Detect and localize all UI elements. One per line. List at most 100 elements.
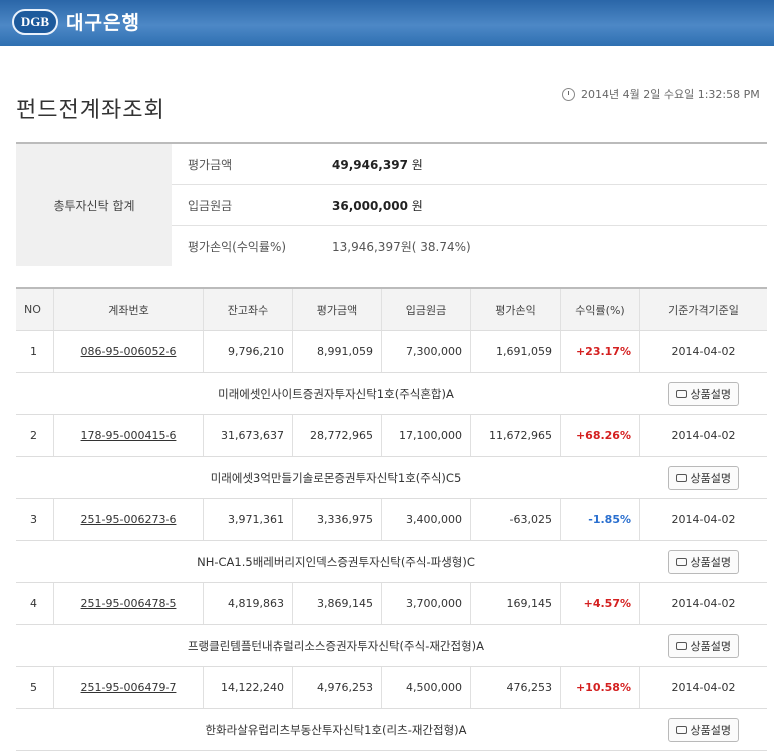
bank-name: 대구은행 (66, 12, 140, 34)
product-info-label: 상품설명 (690, 472, 731, 485)
date-cell: 2014-04-02 (671, 345, 736, 358)
principal-cell: 3,400,000 (382, 499, 471, 540)
summary-value: 13,946,397원( 38.74%) (332, 240, 471, 254)
rate-cell: +23.17% (561, 331, 640, 372)
account-link[interactable]: 251-95-006479-7 (81, 681, 177, 694)
product-info-button[interactable]: 상품설명 (667, 634, 739, 658)
table-body: 1 086-95-006052-6 9,796,210 8,991,059 7,300,… (16, 331, 767, 751)
date-cell: 2014-04-02 (671, 681, 736, 694)
account-table: NO 계좌번호 잔고좌수 평가금액 입금원금 평가손익 수익률(%) 기준가격기… (16, 287, 767, 751)
fund-row: 미래에셋인사이트증권자투자신탁1호(주식혼합)A 상품설명 (16, 373, 767, 415)
summary-value: 36,000,000 원 (332, 198, 423, 213)
rate-value: +23.17% (575, 345, 631, 358)
summary-row-profit: 평가손익(수익률%) 13,946,397원( 38.74%) (172, 226, 767, 267)
product-info-button[interactable]: 상품설명 (667, 718, 739, 742)
product-info-button[interactable]: 상품설명 (667, 382, 739, 406)
rate-value: +4.57% (583, 597, 631, 610)
eval-cell: 3,869,145 (293, 583, 382, 624)
summary-label: 총투자신탁 합계 (16, 144, 172, 266)
units-cell: 9,796,210 (204, 331, 293, 372)
summary-row-eval: 평가금액 49,946,397 원 (172, 144, 767, 185)
summary-value: 49,946,397 원 (332, 157, 423, 172)
pl-cell: 11,672,965 (471, 415, 561, 456)
table-row: 4 251-95-006478-5 4,819,863 3,869,145 3,700,… (16, 583, 767, 625)
page-title: 펀드전계좌조회 (16, 98, 165, 123)
fund-name: 미래에셋3억만들기솔로몬증권투자신탁1호(주식)C5 (210, 470, 462, 485)
product-info-label: 상품설명 (690, 640, 731, 653)
date-cell: 2014-04-02 (671, 513, 736, 526)
account-cell: 178-95-000415-6 (54, 415, 204, 456)
header-rate: 수익률(%) (561, 289, 640, 330)
rate-cell: +4.57% (561, 583, 640, 624)
table-row: 5 251-95-006479-7 14,122,240 4,976,253 4,500… (16, 667, 767, 709)
fund-name: NH-CA1.5배레버리지인덱스증권투자신탁(주식-파생형)C (197, 554, 475, 569)
table-header: NO 계좌번호 잔고좌수 평가금액 입금원금 평가손익 수익률(%) 기준가격기… (16, 289, 767, 331)
units-cell: 4,819,863 (204, 583, 293, 624)
header-no: NO (16, 289, 54, 330)
units-cell: 31,673,637 (204, 415, 293, 456)
fund-row: 미래에셋3억만들기솔로몬증권투자신탁1호(주식)C5 상품설명 (16, 457, 767, 499)
top-banner: DGB 대구은행 (0, 0, 774, 46)
speech-bubble-icon (675, 558, 687, 566)
product-info-label: 상품설명 (690, 388, 731, 401)
rate-value: +10.58% (575, 681, 631, 694)
principal-cell: 7,300,000 (382, 331, 471, 372)
header-account: 계좌번호 (54, 289, 204, 330)
speech-bubble-icon (675, 474, 687, 482)
summary-row-principal: 입금원금 36,000,000 원 (172, 185, 767, 226)
dgb-logo-badge: DGB (12, 8, 58, 35)
principal-cell: 17,100,000 (382, 415, 471, 456)
rate-cell: +10.58% (561, 667, 640, 708)
account-cell: 251-95-006478-5 (54, 583, 204, 624)
table-row: 3 251-95-006273-6 3,971,361 3,336,975 3,400,… (16, 499, 767, 541)
row-no: 4 (16, 583, 54, 624)
principal-cell: 4,500,000 (382, 667, 471, 708)
eval-cell: 3,336,975 (293, 499, 382, 540)
eval-cell: 4,976,253 (293, 667, 382, 708)
current-datetime: 2014년 4월 2일 수요일 1:32:58 PM (562, 86, 760, 102)
eval-cell: 28,772,965 (293, 415, 382, 456)
table-row: 2 178-95-000415-6 31,673,637 28,772,965 17,1… (16, 415, 767, 457)
rate-cell: -1.85% (561, 499, 640, 540)
pl-cell: -63,025 (471, 499, 561, 540)
product-info-button[interactable]: 상품설명 (667, 550, 739, 574)
row-no: 2 (16, 415, 54, 456)
principal-cell: 3,700,000 (382, 583, 471, 624)
fund-row: 한화라살유럽리츠부동산투자신탁1호(리츠-재간접형)A 상품설명 (16, 709, 767, 751)
summary-key: 입금원금 (188, 198, 233, 213)
account-cell: 251-95-006273-6 (54, 499, 204, 540)
header-date: 기준가격기준일 (668, 303, 739, 317)
fund-name: 미래에셋인사이트증권자투자신탁1호(주식혼합)A (218, 386, 454, 401)
bank-logo[interactable]: DGB 대구은행 (12, 8, 140, 35)
product-info-label: 상품설명 (690, 556, 731, 569)
account-link[interactable]: 251-95-006478-5 (81, 597, 177, 610)
rate-value: -1.85% (588, 513, 631, 526)
units-cell: 3,971,361 (204, 499, 293, 540)
date-cell: 2014-04-02 (671, 597, 736, 610)
product-info-button[interactable]: 상품설명 (667, 466, 739, 490)
account-link[interactable]: 251-95-006273-6 (81, 513, 177, 526)
pl-cell: 169,145 (471, 583, 561, 624)
row-no: 5 (16, 667, 54, 708)
pl-cell: 1,691,059 (471, 331, 561, 372)
row-no: 1 (16, 331, 54, 372)
date-cell: 2014-04-02 (671, 429, 736, 442)
account-cell: 251-95-006479-7 (54, 667, 204, 708)
account-link[interactable]: 086-95-006052-6 (81, 345, 177, 358)
header-principal: 입금원금 (382, 289, 471, 330)
account-link[interactable]: 178-95-000415-6 (81, 429, 177, 442)
summary-key: 평가손익(수익률%) (188, 240, 287, 254)
fund-row: NH-CA1.5배레버리지인덱스증권투자신탁(주식-파생형)C 상품설명 (16, 541, 767, 583)
rate-cell: +68.26% (561, 415, 640, 456)
table-row: 1 086-95-006052-6 9,796,210 8,991,059 7,300,… (16, 331, 767, 373)
clock-icon (562, 87, 575, 101)
fund-name: 프랭클린템플턴내츄럴리소스증권자투자신탁(주식-재간접형)A (187, 638, 485, 653)
header-units: 잔고좌수 (204, 289, 293, 330)
product-info-label: 상품설명 (690, 724, 731, 737)
speech-bubble-icon (675, 390, 687, 398)
rate-value: +68.26% (575, 429, 631, 442)
fund-row: 프랭클린템플턴내츄럴리소스증권자투자신탁(주식-재간접형)A 상품설명 (16, 625, 767, 667)
fund-name: 한화라살유럽리츠부동산투자신탁1호(리츠-재간접형)A (205, 722, 467, 737)
total-summary: 총투자신탁 합계 평가금액 49,946,397 원 입금원금 36,000,0… (16, 142, 767, 266)
eval-cell: 8,991,059 (293, 331, 382, 372)
